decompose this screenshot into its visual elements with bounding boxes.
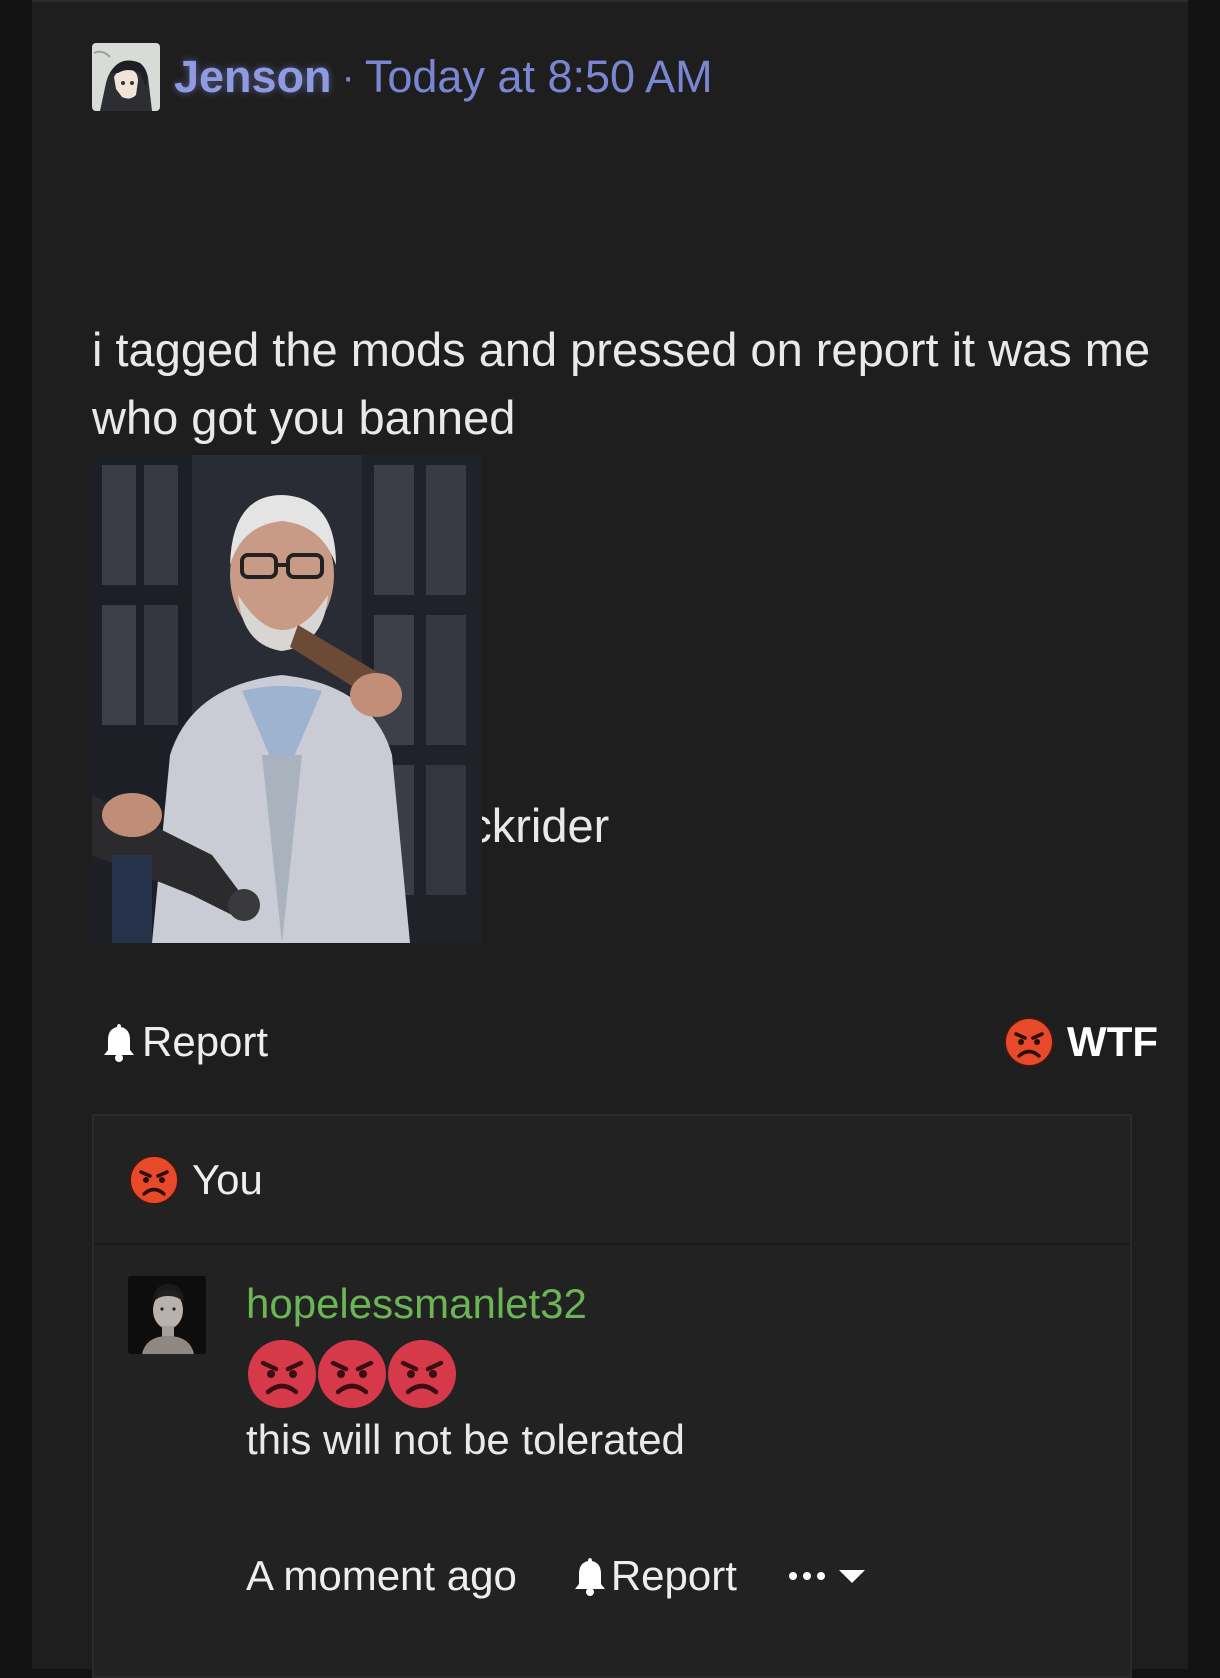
divider bbox=[94, 1243, 1130, 1245]
post-card: Jenson · Today at 8:50 AM i tagged the m… bbox=[32, 0, 1188, 1678]
comment-report-label: Report bbox=[610, 1552, 737, 1599]
report-button[interactable]: Report bbox=[102, 1012, 268, 1072]
reaction-summary[interactable]: You bbox=[128, 1154, 263, 1206]
pouting-face-icon bbox=[316, 1338, 388, 1415]
comment-timestamp: A moment ago bbox=[246, 1552, 517, 1599]
page-background: Jenson · Today at 8:50 AM i tagged the m… bbox=[0, 0, 1220, 1678]
comment-text: this will not be tolerated bbox=[246, 1416, 685, 1463]
ellipsis-icon bbox=[788, 1572, 825, 1580]
report-label: Report bbox=[142, 1018, 269, 1065]
comment-author-avatar[interactable] bbox=[128, 1276, 206, 1354]
wtf-reaction-button[interactable]: WTF bbox=[1003, 1012, 1158, 1072]
man-with-cigar-image bbox=[92, 455, 482, 943]
comment-author-username[interactable]: hopelessmanlet32 bbox=[246, 1280, 587, 1328]
post-header: Jenson · Today at 8:50 AM bbox=[92, 42, 713, 112]
wtf-reaction-label: WTF bbox=[1067, 1018, 1158, 1065]
angry-face-icon bbox=[129, 1155, 179, 1205]
pouting-face-icon bbox=[386, 1338, 458, 1415]
anime-avatar-icon bbox=[92, 43, 160, 111]
post-actions-row: Report WTF bbox=[92, 1012, 1160, 1072]
reaction-summary-label: You bbox=[192, 1156, 263, 1203]
author-username[interactable]: Jenson bbox=[174, 51, 332, 103]
caret-down-icon bbox=[838, 1570, 865, 1583]
comment-more-menu-button[interactable] bbox=[787, 1566, 867, 1586]
pouting-face-icon bbox=[246, 1338, 318, 1415]
comment-footer: A moment ago Report bbox=[246, 1546, 867, 1606]
profile-photo-icon bbox=[128, 1276, 206, 1354]
post-timestamp: Today at 8:50 AM bbox=[364, 51, 713, 102]
comment-emoji-row bbox=[246, 1338, 456, 1415]
comment-report-button[interactable]: Report bbox=[573, 1552, 737, 1600]
author-avatar[interactable] bbox=[92, 43, 160, 111]
bell-icon bbox=[104, 1024, 134, 1062]
header-separator: · bbox=[341, 54, 355, 99]
post-body-paragraph-1: i tagged the mods and pressed on report … bbox=[92, 323, 1164, 444]
post-gif-image[interactable] bbox=[92, 455, 482, 943]
angry-face-icon bbox=[1004, 1017, 1055, 1067]
comments-section: You hopelessmanlet32 this will not be to… bbox=[92, 1114, 1132, 1678]
bell-icon bbox=[574, 1558, 605, 1596]
